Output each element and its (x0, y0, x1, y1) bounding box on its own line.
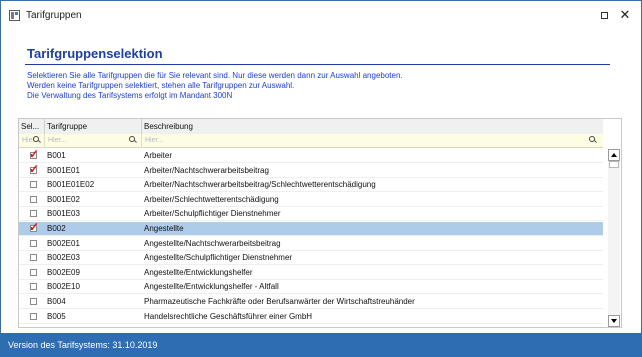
table-row[interactable]: B002E03 Angestellte/Schulpflichtiger Dien… (19, 251, 603, 266)
filter-placeholder: Hier... (145, 137, 164, 144)
table-row[interactable]: B002E10 Angestellte/Entwicklungshelfer - … (19, 280, 603, 295)
cell-beschreibung: Arbeiter/Nachtschwerarbeitsbeitrag (144, 165, 269, 175)
cell-beschreibung: Angestellte/Nachtschwerarbeitsbeitrag (144, 238, 281, 248)
table-row[interactable]: B001E03 Arbeiter/Schulpflichtiger Dienstn… (19, 207, 603, 222)
cell-tarifgruppe: B001 (47, 151, 66, 160)
description-line: Die Verwaltung des Tarifsystems erfolgt … (27, 91, 233, 100)
row-checkbox[interactable] (30, 268, 37, 276)
cell-tarifgruppe: B002E03 (47, 253, 80, 263)
cell-beschreibung: Arbeiter/Nachtschwerarbeitsbeitrag/Schle… (144, 180, 376, 190)
cell-tarifgruppe: B002E10 (47, 282, 80, 292)
vertical-scrollbar[interactable] (608, 149, 620, 327)
search-icon[interactable] (33, 136, 41, 144)
row-checkbox[interactable] (30, 312, 37, 320)
cell-tarifgruppe: B002E09 (47, 267, 80, 277)
status-bar: Version des Tarifsystems: 31.10.2019 (0, 333, 642, 357)
title-underline (25, 64, 610, 65)
search-icon[interactable] (129, 136, 137, 144)
row-checkbox[interactable]: ✓ (29, 221, 39, 233)
column-header-tarifgruppe[interactable]: Tarifgruppe (45, 119, 142, 134)
row-checkbox[interactable] (30, 239, 37, 247)
close-button[interactable]: ✕ (618, 7, 632, 23)
checkmark-icon: ✓ (29, 147, 40, 161)
table-row[interactable]: B002E09 Angestellte/Entwicklungshelfer (19, 266, 603, 280)
cell-beschreibung: Angestellte/Entwicklungshelfer (144, 267, 253, 277)
cell-tarifgruppe: B001E02 (47, 194, 80, 204)
row-checkbox[interactable] (30, 210, 37, 218)
description-line: Selektieren Sie alle Tarifgruppen die fü… (27, 71, 403, 80)
maximize-button[interactable] (601, 12, 608, 19)
scroll-down-icon[interactable] (608, 315, 620, 327)
cell-beschreibung: Arbeiter/Schlechtwetterentschädigung (144, 194, 279, 204)
filter-select-cell[interactable]: Hier... (19, 134, 45, 147)
header-panel: Tarifgruppenselektion Selektieren Sie al… (18, 41, 610, 103)
column-header-beschreibung[interactable]: Beschreibung (142, 119, 603, 134)
cell-beschreibung: Handelsrechtliche Geschäftsführer einer … (144, 311, 313, 321)
title-bar: Tarifgruppen ✕ (1, 1, 641, 31)
cell-beschreibung: Angestellte/Schulpflichtiger Dienstnehme… (144, 253, 293, 263)
scrollbar-thumb[interactable] (609, 161, 619, 168)
cell-beschreibung: Arbeiter (144, 151, 173, 160)
cell-tarifgruppe: B004 (47, 297, 66, 306)
table-row[interactable]: B002E01 Angestellte/Nachtschwerarbeitsbei… (19, 237, 603, 251)
row-checkbox[interactable] (30, 195, 37, 203)
filter-row: Hier... Hier... Hier... (19, 134, 603, 148)
row-checkbox[interactable]: ✓ (29, 163, 39, 175)
filter-tarifgruppe-input[interactable]: Hier... (45, 134, 142, 147)
checkmark-icon: ✓ (29, 161, 40, 176)
cell-beschreibung: Pharmazeutische Fachkräfte oder Berufsan… (144, 297, 415, 306)
filter-placeholder: Hier... (48, 137, 67, 144)
cell-beschreibung: Arbeiter/Schulpflichtiger Dienstnehmer (144, 209, 281, 219)
row-checkbox[interactable] (30, 181, 37, 189)
cell-tarifgruppe: B005 (47, 311, 66, 321)
checkmark-icon: ✓ (29, 220, 40, 234)
window-title: Tarifgruppen (26, 10, 82, 21)
cell-tarifgruppe: B001E01E02 (47, 180, 95, 190)
row-checkbox[interactable]: ✓ (29, 148, 39, 160)
cell-beschreibung: Angestellte (144, 224, 184, 233)
row-checkbox[interactable] (30, 298, 37, 305)
table-row[interactable]: B005 Handelsrechtliche Geschäftsführer ei… (19, 310, 603, 324)
tariff-group-grid: Sel... Tarifgruppe Beschreibung Hier... … (18, 118, 622, 328)
filter-beschreibung-input[interactable]: Hier... (142, 134, 603, 147)
page-title: Tarifgruppenselektion (27, 46, 163, 61)
row-checkbox[interactable] (30, 254, 37, 262)
table-row[interactable]: B004 Pharmazeutische Fachkräfte oder Beru… (19, 295, 603, 309)
tariff-version-text: Version des Tarifsystems: 31.10.2019 (8, 340, 158, 350)
column-header-select[interactable]: Sel... (19, 119, 45, 134)
scroll-up-icon[interactable] (608, 149, 620, 161)
table-row[interactable]: B001E02 Arbeiter/Schlechtwetterentschädig… (19, 193, 603, 207)
table-row[interactable]: ✓ B001 Arbeiter (19, 148, 603, 163)
grid-body: ✓ B001 Arbeiter ✓ B001E01 Arbeiter/Nachtschwe… (19, 148, 603, 327)
cell-tarifgruppe: B002E01 (47, 238, 80, 248)
cell-beschreibung: Angestellte/Entwicklungshelfer - Altfall (144, 282, 279, 292)
search-icon[interactable] (589, 136, 597, 144)
table-row[interactable]: ✓ B002 Angestellte (19, 221, 603, 236)
dialog-window: Tarifgruppen ✕ Tarifgruppenselektion Sel… (0, 0, 642, 357)
app-window-icon (9, 10, 20, 21)
table-row[interactable]: B001E01E02 Arbeiter/Nachtschwerarbeitsbei… (19, 178, 603, 193)
grid-header-row: Sel... Tarifgruppe Beschreibung (19, 119, 603, 135)
cell-tarifgruppe: B001E01 (47, 165, 80, 175)
cell-tarifgruppe: B001E03 (47, 209, 80, 219)
row-checkbox[interactable] (30, 283, 37, 291)
description-text: Selektieren Sie alle Tarifgruppen die fü… (27, 71, 403, 101)
cell-tarifgruppe: B002 (47, 224, 66, 233)
description-line: Werden keine Tarifgruppen selektiert, st… (27, 81, 295, 90)
table-row[interactable]: ✓ B001E01 Arbeiter/Nachtschwerarbeitsbeitr… (19, 163, 603, 178)
